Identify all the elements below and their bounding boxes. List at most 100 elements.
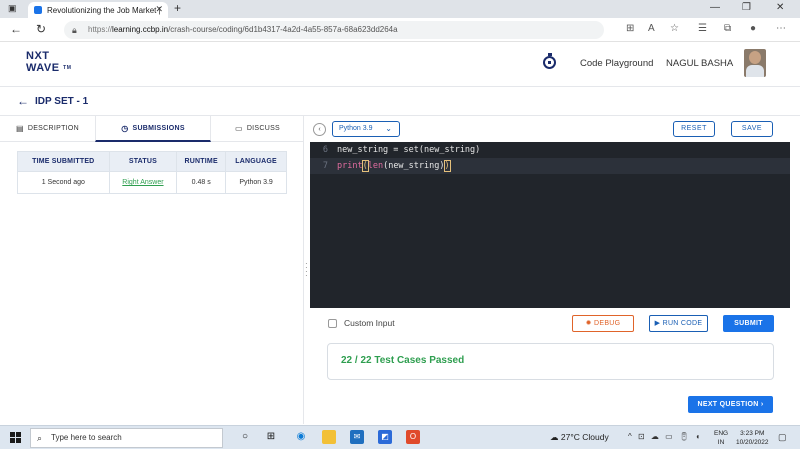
url-host: learning.ccbp.in <box>112 25 169 34</box>
stopwatch-icon[interactable] <box>543 53 556 69</box>
collections-icon[interactable]: ⧉ <box>724 23 731 34</box>
chat-icon: ▭ <box>234 124 243 133</box>
office-icon[interactable]: O <box>406 430 420 444</box>
save-button[interactable]: SAVE <box>731 121 773 137</box>
code-fn-print: print <box>337 161 363 171</box>
play-icon: ▶ <box>654 320 663 327</box>
col-status: STATUS <box>108 151 178 172</box>
language-select-value: Python 3.9 <box>339 125 373 132</box>
browser-tab-title: Revolutionizing the Job Market | <box>47 5 161 15</box>
minimize-icon[interactable]: — <box>710 2 720 13</box>
code-playground-link[interactable]: Code Playground <box>580 58 653 69</box>
code-fn-len: len <box>367 161 384 171</box>
tab-description[interactable]: ▤ DESCRIPTION <box>0 116 95 142</box>
close-tab-icon[interactable]: ✕ <box>155 4 163 15</box>
col-time-submitted: TIME SUBMITTED <box>17 151 110 172</box>
store-icon[interactable]: ◩ <box>378 430 392 444</box>
app-available-icon[interactable]: ⊞ <box>626 23 634 34</box>
panel-resize-handle[interactable]: · · · · <box>305 260 309 280</box>
task-view-icon[interactable]: ⊞ <box>264 430 278 444</box>
app-header: NXT WAVE TM Code Playground NAGUL BASHA <box>0 43 800 87</box>
table-row[interactable]: 1 Second ago Right Answer 0.48 s Python … <box>17 171 287 194</box>
chevron-right-icon: › <box>758 401 764 408</box>
file-explorer-icon[interactable] <box>322 430 336 444</box>
clock-date: 10/20/2022 <box>736 439 769 446</box>
new-tab-icon[interactable]: + <box>174 1 181 15</box>
cell-time: 1 Second ago <box>17 171 110 194</box>
weather-widget[interactable]: ☁ 27°C Cloudy <box>550 432 609 443</box>
submit-button[interactable]: SUBMIT <box>723 315 774 332</box>
logo-wave: WAVE <box>26 62 60 74</box>
site-favicon-icon <box>34 6 42 14</box>
submissions-table: TIME SUBMITTED STATUS RUNTIME LANGUAGE 1… <box>17 151 287 194</box>
system-clock[interactable]: 3:23 PM 10/20/2022 <box>736 429 769 447</box>
debug-button[interactable]: ✹ DEBUG <box>572 315 634 332</box>
code-line: 6 new_string = set(new_string) <box>310 142 790 158</box>
result-text: 22 / 22 Test Cases Passed <box>341 355 465 366</box>
tab-description-label: DESCRIPTION <box>27 125 79 132</box>
tab-submissions[interactable]: ◷ SUBMISSIONS <box>95 116 211 142</box>
code-bracket-close: ) <box>443 160 451 172</box>
favorite-icon[interactable]: ☆ <box>670 23 679 34</box>
window-close-icon[interactable]: ✕ <box>776 2 784 13</box>
description-icon: ▤ <box>16 124 24 133</box>
custom-input-checkbox[interactable] <box>328 319 337 328</box>
tab-discuss-label: DISCUSS <box>246 125 281 132</box>
cortana-icon[interactable]: ○ <box>238 430 252 444</box>
logo-line-1[interactable]: NXT <box>26 51 50 62</box>
url-path: /crash-course/coding/6d1b4317-4a2d-4a55-… <box>168 25 398 34</box>
collapse-left-icon[interactable]: ‹ <box>313 123 326 136</box>
custom-input-label[interactable]: Custom Input <box>344 318 395 328</box>
windows-start-icon[interactable] <box>10 432 21 443</box>
back-icon[interactable]: ← <box>10 22 22 36</box>
line-number: 7 <box>322 161 328 171</box>
user-name[interactable]: NAGUL BASHA <box>666 58 733 69</box>
mail-icon[interactable]: ✉ <box>350 430 364 444</box>
code-args: (new_string) <box>383 161 445 171</box>
page-title-bar: ← IDP SET - 1 <box>0 88 800 116</box>
language-select[interactable]: Python 3.9 ⌄ <box>332 121 400 137</box>
tab-discuss[interactable]: ▭ DISCUSS <box>211 116 304 142</box>
lang-region: IN <box>717 439 725 446</box>
input-language[interactable]: ENG IN <box>714 429 728 447</box>
lock-icon: 🔒︎ <box>72 25 77 35</box>
col-runtime: RUNTIME <box>176 151 227 172</box>
system-tray-icons[interactable]: ^ ⊡ ☁ ▭ 🔋︎ ◖ <box>628 432 702 441</box>
result-box: 22 / 22 Test Cases Passed <box>327 343 774 380</box>
reset-button[interactable]: RESET <box>673 121 715 137</box>
browser-tab-bar: ▣ Revolutionizing the Job Market | ✕ + —… <box>0 0 800 18</box>
taskbar-search-input[interactable]: ⌕ Type here to search <box>30 428 223 448</box>
chevron-down-icon: ⌄ <box>385 124 392 133</box>
url-field[interactable]: 🔒︎ https://learning.ccbp.in/crash-course… <box>64 21 604 39</box>
taskbar: ⌕ Type here to search ○ ⊞ ◉ ✉ ◩ O ☁ 27°C… <box>0 425 800 449</box>
more-icon[interactable]: ⋯ <box>776 23 786 34</box>
browser-tab[interactable]: Revolutionizing the Job Market | ✕ <box>28 2 168 18</box>
next-question-button[interactable]: NEXT QUESTION › <box>688 396 773 413</box>
logo-tm: TM <box>63 65 72 71</box>
page-title: IDP SET - 1 <box>35 96 89 107</box>
refresh-icon[interactable]: ↻ <box>36 22 46 36</box>
run-panel: Custom Input ✹ DEBUG ▶ RUN CODE SUBMIT 2… <box>310 308 800 424</box>
logo-line-2[interactable]: WAVE TM <box>26 63 71 74</box>
code-text: print(len(new_string)) <box>337 158 451 174</box>
code-editor[interactable]: 6 new_string = set(new_string) 7 print(l… <box>310 142 790 308</box>
tab-actions-icon[interactable]: ▣ <box>8 3 17 14</box>
clock-time: 3:23 PM <box>740 430 765 437</box>
back-arrow-icon[interactable]: ← <box>17 94 29 108</box>
weather-text: 27°C Cloudy <box>560 432 609 442</box>
profile-icon[interactable]: ● <box>750 23 756 34</box>
run-code-button[interactable]: ▶ RUN CODE <box>649 315 708 332</box>
tab-submissions-label: SUBMISSIONS <box>132 124 185 132</box>
line-number: 6 <box>322 145 328 155</box>
favorites-bar-icon[interactable]: ☰ <box>698 23 707 34</box>
read-aloud-icon[interactable]: A <box>648 23 655 34</box>
avatar[interactable] <box>744 49 766 77</box>
cell-status-link[interactable]: Right Answer <box>108 171 178 194</box>
code-line-current: 7 print(len(new_string)) <box>310 158 790 174</box>
clock-icon: ◷ <box>121 123 129 133</box>
notification-icon[interactable]: ▢ <box>778 432 787 443</box>
cell-runtime: 0.48 s <box>176 171 227 194</box>
edge-icon[interactable]: ◉ <box>294 430 308 444</box>
maximize-icon[interactable]: ❐ <box>742 2 751 13</box>
table-header-row: TIME SUBMITTED STATUS RUNTIME LANGUAGE <box>17 151 287 172</box>
